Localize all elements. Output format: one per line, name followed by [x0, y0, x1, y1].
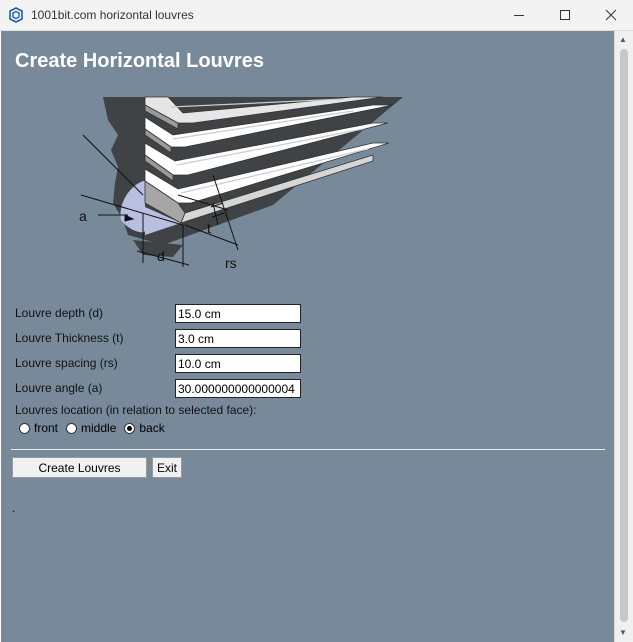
location-radio-group: front middle back: [19, 421, 173, 435]
scroll-up-icon[interactable]: ▲: [619, 35, 627, 44]
radio-front-label: front: [34, 421, 59, 435]
vertical-scrollbar[interactable]: ▲ ▼: [614, 31, 633, 642]
maximize-icon: [560, 10, 570, 20]
radio-front-circle[interactable]: [19, 422, 30, 434]
spacing-label: rs: [225, 255, 237, 270]
exit-button[interactable]: Exit: [152, 457, 182, 478]
scroll-down-icon[interactable]: ▼: [619, 628, 627, 637]
dialog-content: Create Horizontal Louvres a t rs d Louvr…: [1, 31, 614, 642]
title-bar: 1001bit.com horizontal louvres: [0, 0, 633, 31]
louvre-diagram: a t rs: [79, 96, 403, 270]
radio-back[interactable]: back: [124, 421, 165, 435]
close-button[interactable]: [588, 0, 633, 30]
thickness-input[interactable]: [175, 329, 301, 348]
radio-middle[interactable]: middle: [66, 421, 116, 435]
radio-middle-circle[interactable]: [66, 422, 78, 434]
depth-diagram-label: d: [157, 248, 165, 264]
angle-input[interactable]: [175, 379, 301, 398]
page-title: Create Horizontal Louvres: [15, 50, 264, 72]
window-title: 1001bit.com horizontal louvres: [31, 8, 194, 22]
spacing-input[interactable]: [175, 354, 301, 373]
spacing-label: Louvre spacing (rs): [15, 356, 118, 370]
scrollbar-thumb[interactable]: [620, 49, 628, 622]
depth-label: Louvre depth (d): [15, 306, 104, 320]
minimize-icon: [514, 15, 524, 16]
maximize-button[interactable]: [542, 0, 588, 30]
radio-middle-label: middle: [81, 421, 117, 435]
radio-front[interactable]: front: [19, 421, 58, 435]
divider: [11, 449, 605, 450]
angle-label: a: [79, 208, 87, 224]
sketchup-app-icon: [9, 7, 23, 23]
radio-back-label: back: [139, 421, 165, 435]
location-label: Louvres location (in relation to selecte…: [15, 403, 257, 417]
thickness-label: t: [207, 220, 211, 236]
angle-label: Louvre angle (a): [15, 381, 103, 395]
radio-back-circle[interactable]: [124, 422, 136, 434]
depth-input[interactable]: [175, 304, 301, 323]
create-louvres-button[interactable]: Create Louvres: [12, 457, 147, 478]
minimize-button[interactable]: [496, 0, 542, 30]
close-icon: [605, 9, 617, 21]
thickness-label: Louvre Thickness (t): [15, 331, 124, 345]
status-text: .: [12, 501, 16, 515]
